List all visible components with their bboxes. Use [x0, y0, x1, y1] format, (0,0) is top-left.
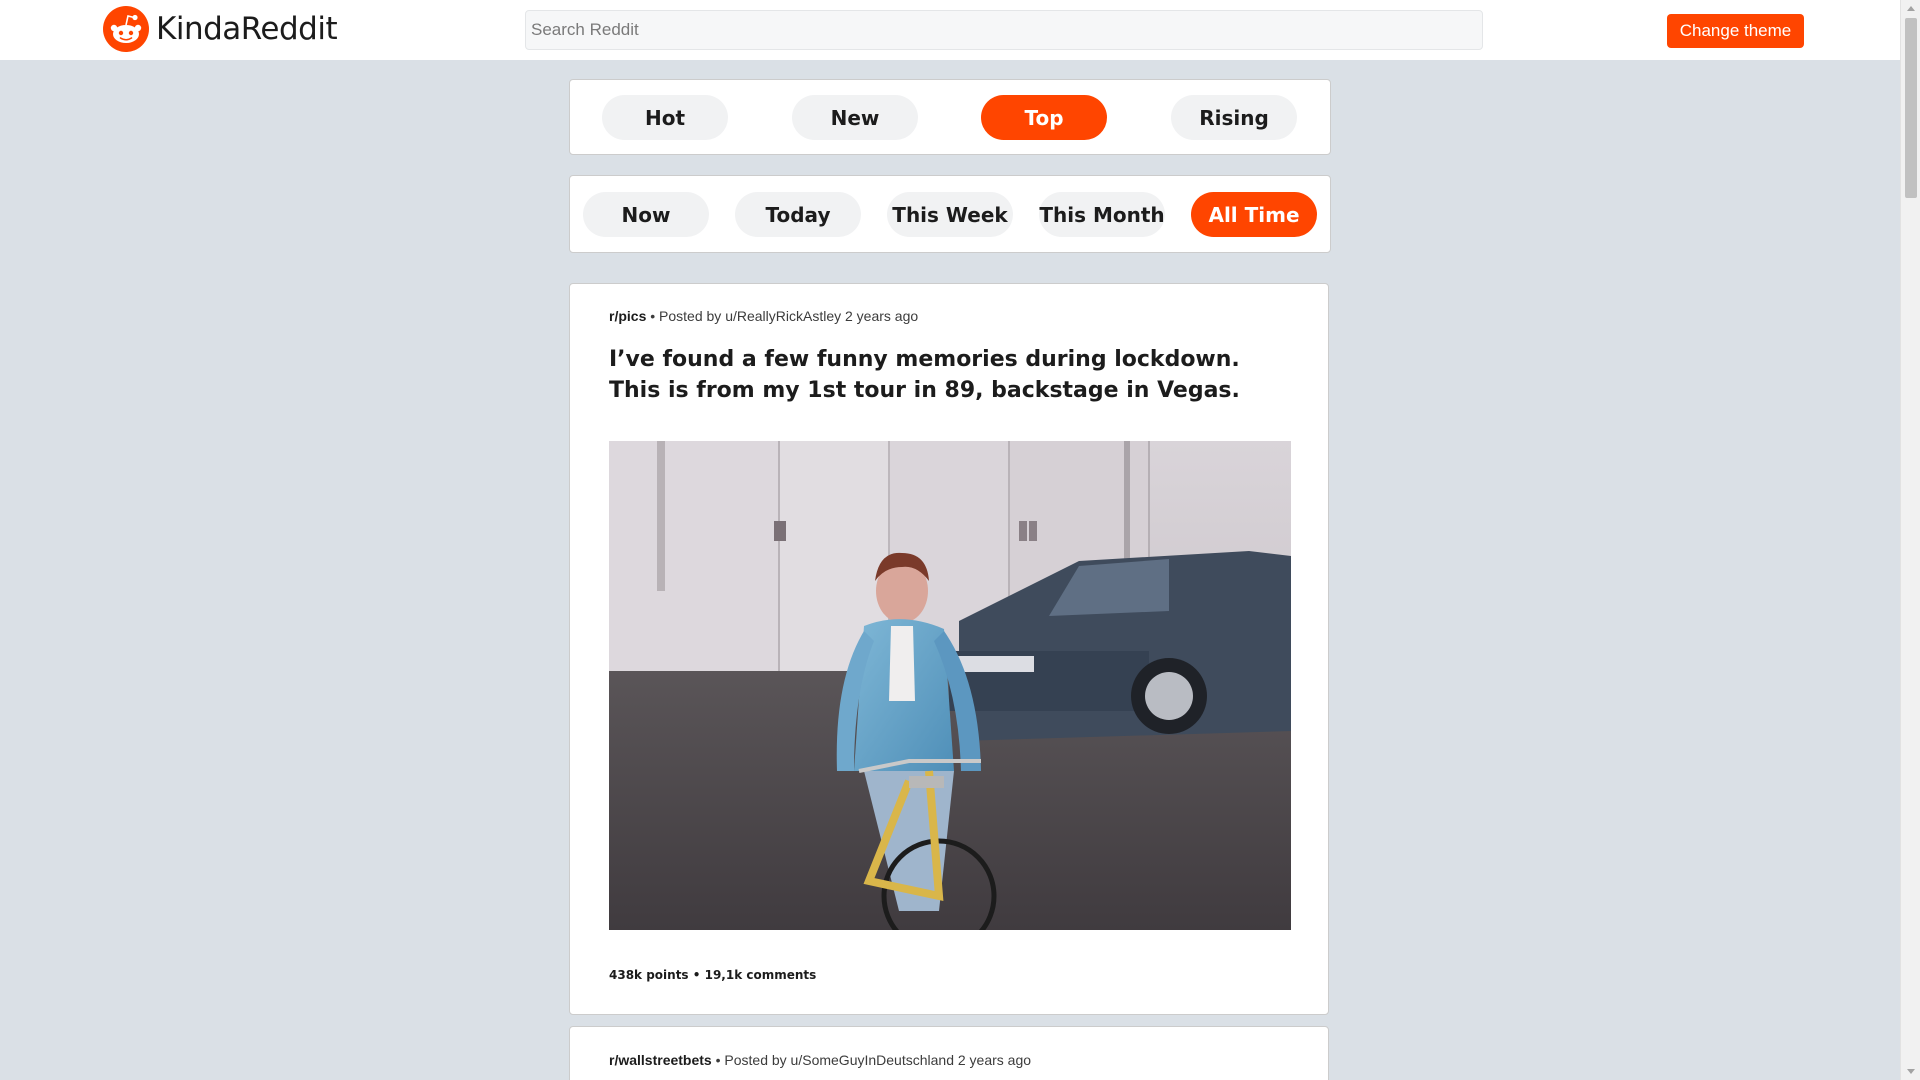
post-image[interactable]	[609, 441, 1291, 930]
page-scrollbar[interactable]	[1900, 0, 1920, 1080]
tab-today[interactable]: Today	[735, 192, 861, 237]
sort-tabs: Hot New Top Rising	[569, 79, 1331, 155]
tab-this-month[interactable]: This Month	[1039, 192, 1165, 237]
subreddit-link[interactable]: r/wallstreetbets	[609, 1052, 712, 1068]
reddit-alien-icon	[102, 5, 150, 53]
tab-new[interactable]: New	[792, 95, 918, 140]
scroll-down-arrow-icon[interactable]	[1907, 1069, 1915, 1074]
tab-this-week[interactable]: This Week	[887, 192, 1013, 237]
post-stats: 438k points • 19,1k comments	[609, 968, 817, 982]
tab-now[interactable]: Now	[583, 192, 709, 237]
time-filter-tabs: Now Today This Week This Month All Time	[569, 175, 1331, 253]
post-meta: r/wallstreetbets • Posted by u/SomeGuyIn…	[609, 1052, 1031, 1068]
logo[interactable]: KindaReddit	[102, 5, 338, 53]
tab-all-time[interactable]: All Time	[1191, 192, 1317, 237]
change-theme-button[interactable]: Change theme	[1667, 14, 1804, 48]
tab-hot[interactable]: Hot	[602, 95, 728, 140]
post-meta: r/pics • Posted by u/ReallyRickAstley 2 …	[609, 308, 918, 324]
scroll-up-arrow-icon[interactable]	[1907, 6, 1915, 11]
scroll-thumb[interactable]	[1905, 18, 1917, 198]
post-title[interactable]: I’ve found a few funny memories during l…	[609, 344, 1289, 406]
logo-text: KindaReddit	[156, 11, 338, 47]
post-card[interactable]: r/pics • Posted by u/ReallyRickAstley 2 …	[569, 283, 1329, 1015]
post-card[interactable]: r/wallstreetbets • Posted by u/SomeGuyIn…	[569, 1026, 1329, 1080]
search-input[interactable]	[525, 10, 1483, 50]
subreddit-link[interactable]: r/pics	[609, 308, 646, 324]
post-byline: • Posted by u/SomeGuyInDeutschland 2 yea…	[711, 1052, 1032, 1068]
tab-rising[interactable]: Rising	[1171, 95, 1297, 140]
post-byline: • Posted by u/ReallyRickAstley 2 years a…	[646, 308, 919, 324]
top-bar: KindaReddit Change theme	[0, 0, 1900, 60]
tab-top[interactable]: Top	[981, 95, 1107, 140]
